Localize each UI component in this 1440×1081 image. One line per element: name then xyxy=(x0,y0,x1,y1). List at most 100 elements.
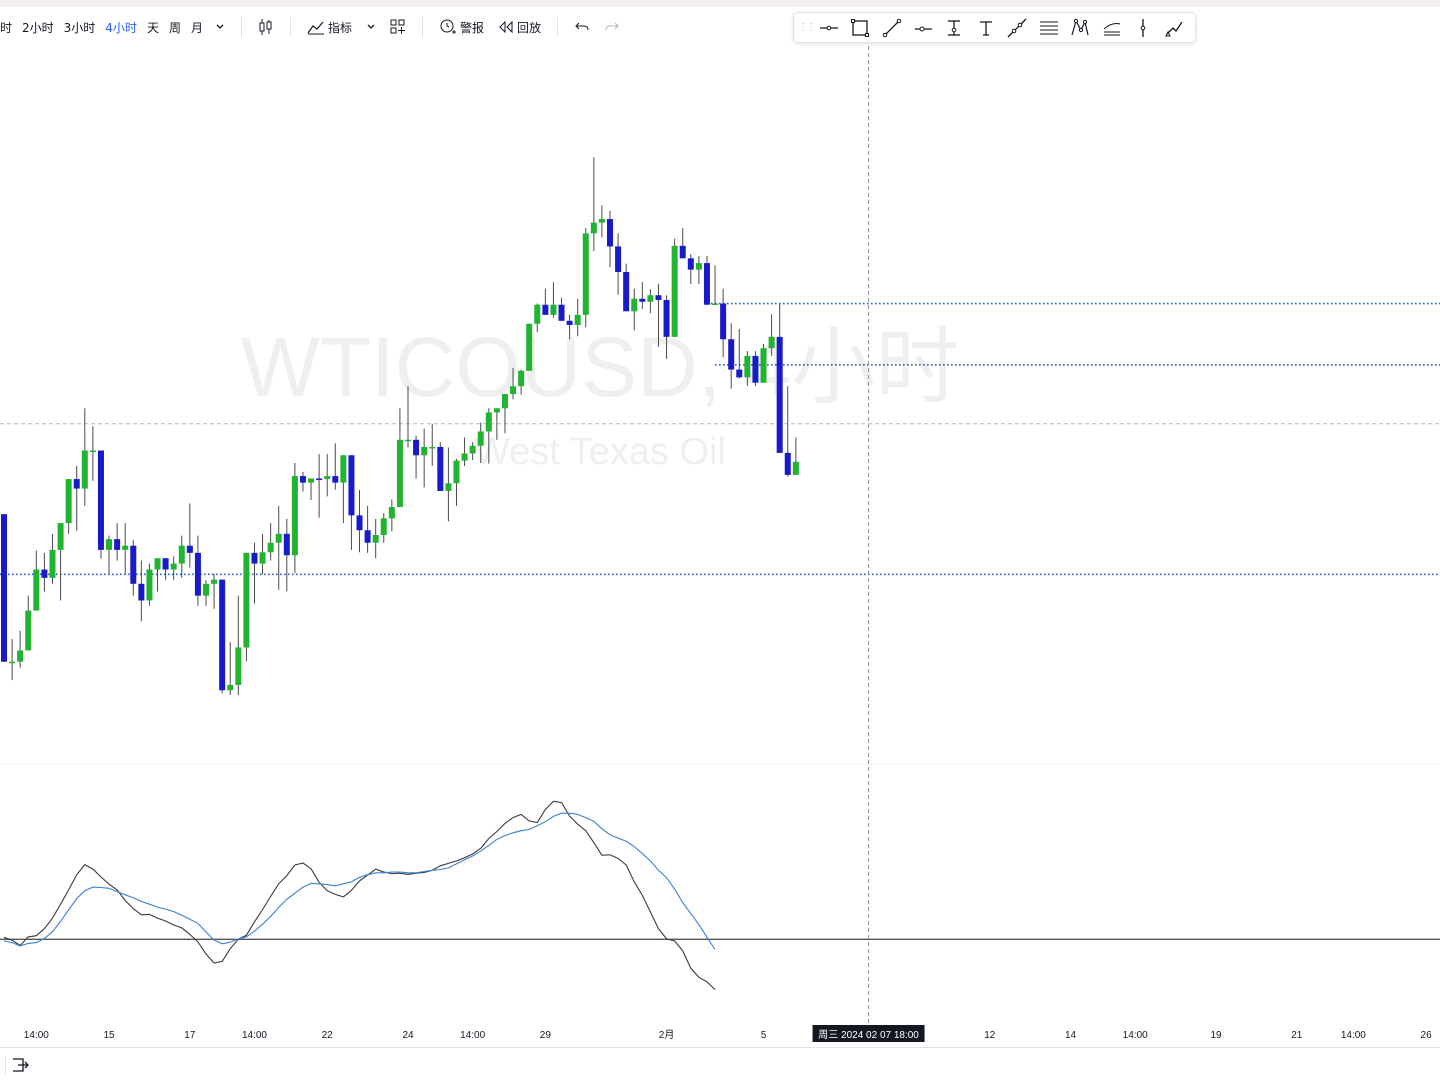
candle-body xyxy=(291,476,298,556)
timeframe-4h[interactable]: 4小时 xyxy=(105,19,137,36)
candle-body xyxy=(469,445,476,454)
drag-handle-icon[interactable]: ⋮⋮ xyxy=(798,22,816,33)
candle-body xyxy=(574,314,581,325)
candle-body xyxy=(372,534,379,543)
candle-body xyxy=(283,533,290,556)
go-to-date-icon[interactable] xyxy=(12,1056,30,1074)
candle-body xyxy=(542,304,549,315)
x-tick-label: 14:00 xyxy=(1123,1030,1148,1041)
candle-body xyxy=(526,323,533,371)
trend-line-tool[interactable] xyxy=(881,17,902,39)
price-range-tool[interactable] xyxy=(944,17,965,39)
watermark-description: West Texas Oil xyxy=(474,431,726,473)
candle-body xyxy=(17,650,24,662)
parallel-channel-tool[interactable] xyxy=(1038,17,1059,39)
candle xyxy=(703,255,710,305)
extended-line-tool[interactable] xyxy=(1007,17,1028,39)
brush-tool[interactable] xyxy=(1164,17,1185,39)
replay-button[interactable]: 回放 xyxy=(498,19,541,36)
candle xyxy=(146,563,153,606)
candle-body xyxy=(97,450,104,550)
bottom-divider xyxy=(5,1056,6,1074)
candle xyxy=(526,323,533,371)
candle-body xyxy=(413,439,420,456)
x-tick-label: 21 xyxy=(1291,1030,1303,1041)
candle-body xyxy=(631,298,638,312)
undo-icon xyxy=(575,22,589,31)
candle-body xyxy=(615,246,622,273)
candle-body xyxy=(550,304,557,315)
candle-body xyxy=(41,569,48,578)
candles-icon xyxy=(259,19,272,35)
candle-body xyxy=(768,336,775,349)
timeframe-2h[interactable]: 2小时 xyxy=(22,19,54,36)
candle-body xyxy=(25,610,32,651)
watermark-symbol: WTICOUSD, 4小时 xyxy=(241,320,960,414)
candle-body xyxy=(437,446,444,491)
candle-body xyxy=(760,348,767,383)
indicators-dropdown[interactable] xyxy=(366,23,376,31)
candle-body xyxy=(267,542,274,553)
xabcd-pattern-tool[interactable] xyxy=(1069,17,1090,39)
timeframe-1h[interactable]: 时 xyxy=(0,19,12,36)
candle-body xyxy=(130,545,137,584)
candle-body xyxy=(720,303,727,340)
candle-body xyxy=(534,304,541,324)
x-tick-label: 12 xyxy=(984,1030,996,1041)
timeframe-3h[interactable]: 3小时 xyxy=(64,19,96,36)
candle-body xyxy=(170,563,177,570)
chart-type-button[interactable] xyxy=(258,18,274,36)
timeframe-dropdown[interactable] xyxy=(215,23,225,31)
candle xyxy=(97,450,104,559)
chart-canvas[interactable]: WTICOUSD, 4小时 West Texas Oil 14:00 15 17 14… xyxy=(0,46,1440,1047)
candle-body xyxy=(566,320,573,325)
text-icon xyxy=(979,20,992,36)
candle-body xyxy=(590,222,597,234)
templates-button[interactable] xyxy=(390,19,406,35)
candle xyxy=(760,344,767,383)
candle-body xyxy=(784,452,791,475)
candle-body xyxy=(235,647,242,685)
candle-body xyxy=(106,539,113,550)
rectangle-icon xyxy=(851,18,870,37)
toolbar-divider xyxy=(557,17,559,37)
alert-icon xyxy=(440,19,456,34)
fib-retracement-tool[interactable] xyxy=(1101,17,1122,39)
timeframe-week[interactable]: 周 xyxy=(169,19,181,36)
rectangle-tool[interactable] xyxy=(849,17,870,39)
candle-body xyxy=(33,569,40,611)
timeframe-month[interactable]: 月 xyxy=(191,19,203,36)
candle-body xyxy=(639,298,646,302)
x-tick-label: 26 xyxy=(1421,1030,1433,1041)
undo-button[interactable] xyxy=(574,20,590,34)
candle-body xyxy=(695,263,702,270)
text-tool[interactable] xyxy=(975,17,996,39)
horizontal-ray-tool[interactable] xyxy=(912,17,933,39)
vertical-line-tool[interactable] xyxy=(1132,17,1153,39)
candle-body xyxy=(663,299,670,337)
candle-body xyxy=(736,369,743,378)
alert-label: 警报 xyxy=(460,20,485,35)
fib-retracement-icon xyxy=(1103,22,1120,35)
candle-body xyxy=(485,412,492,432)
candle-body xyxy=(655,295,662,300)
candle-body xyxy=(243,552,250,648)
x-tick-label: 29 xyxy=(540,1030,552,1041)
candle-body xyxy=(461,453,468,461)
candle-body xyxy=(607,219,613,247)
candle-body xyxy=(114,539,121,550)
candle-body xyxy=(316,478,323,480)
candle-body xyxy=(251,552,258,564)
candle-body xyxy=(227,684,234,691)
alert-button[interactable]: 警报 xyxy=(439,18,484,36)
candle-body xyxy=(332,476,339,483)
indicators-button[interactable]: 指标 xyxy=(307,19,352,36)
candle-body xyxy=(453,460,460,484)
candle-body xyxy=(348,455,355,516)
x-tick-label: 14 xyxy=(1065,1030,1077,1041)
candle-body xyxy=(81,450,88,489)
redo-button[interactable] xyxy=(604,20,620,34)
timeframe-day[interactable]: 天 xyxy=(147,19,159,36)
horizontal-line-tool[interactable] xyxy=(818,17,839,39)
candle-body xyxy=(501,393,508,409)
